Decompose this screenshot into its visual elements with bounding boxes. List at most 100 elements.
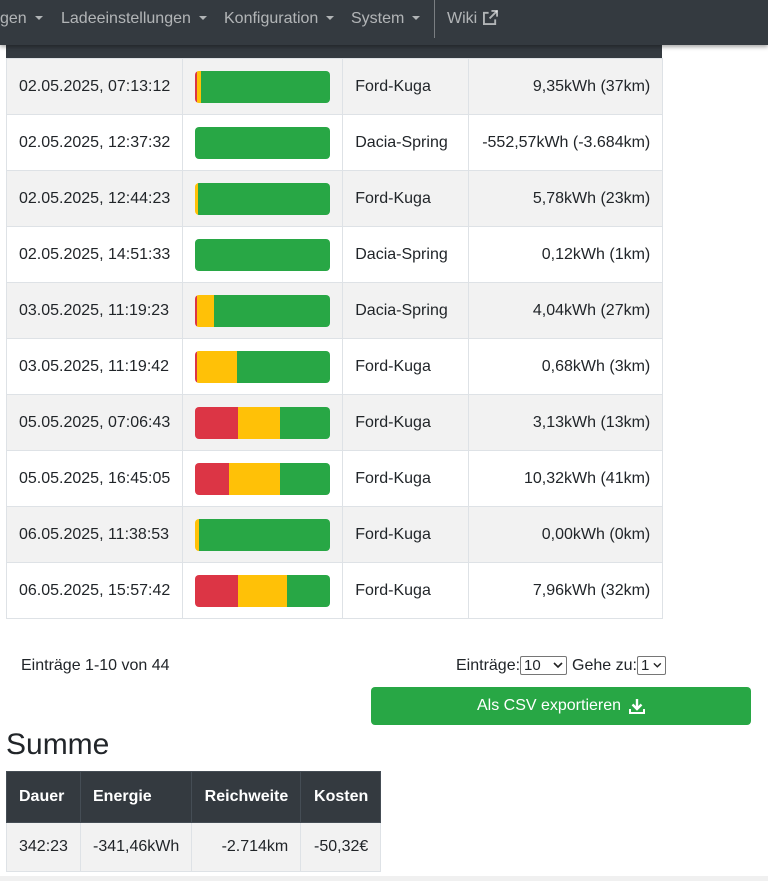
- soc-segment-green: [195, 238, 331, 271]
- nav-label: Konfiguration: [224, 10, 319, 27]
- nav-label: Ladeeinstellungen: [61, 10, 191, 27]
- entries-info: Einträge 1-10 von 44: [21, 657, 170, 674]
- nav-link-wiki[interactable]: Wiki: [447, 0, 499, 38]
- charged-energy: 3,13kWh (13km): [468, 394, 664, 451]
- soc-segment-green: [280, 462, 331, 495]
- soc-segment-green: [195, 126, 331, 159]
- soc-progress-bar: [195, 406, 331, 439]
- soc-cell: [182, 562, 344, 619]
- soc-segment-yellow: [238, 406, 281, 439]
- charge-date: 06.05.2025, 15:57:42: [5, 562, 184, 619]
- soc-segment-yellow: [196, 294, 215, 327]
- soc-cell: [182, 450, 344, 507]
- charged-energy: 4,04kWh (27km): [468, 282, 664, 339]
- soc-progress-bar: [195, 70, 331, 103]
- nav-label: System: [351, 10, 405, 27]
- table-row: 02.05.2025, 14:51:33 Dacia-Spring 0,12kWh …: [5, 226, 664, 283]
- external-link-icon: [483, 10, 499, 25]
- summary-header-energie: Energie: [79, 771, 193, 823]
- navbar: gen Ladeeinstellungen Konfiguration Syst…: [0, 0, 768, 45]
- select-value: 1: [640, 657, 650, 674]
- vehicle-name: Dacia-Spring: [342, 282, 470, 339]
- soc-cell: [182, 114, 344, 171]
- soc-cell: [182, 394, 344, 451]
- download-icon: [629, 699, 646, 714]
- vehicle-name: Ford-Kuga: [342, 506, 470, 563]
- vehicle-name: Ford-Kuga: [342, 562, 470, 619]
- export-csv-button[interactable]: Als CSV exportieren: [371, 687, 751, 725]
- charge-date: 02.05.2025, 12:44:23: [5, 170, 184, 227]
- charge-date: 02.05.2025, 07:13:12: [5, 58, 184, 115]
- vehicle-name: Ford-Kuga: [342, 394, 470, 451]
- soc-segment-red: [195, 462, 229, 495]
- vehicle-name: Ford-Kuga: [342, 170, 470, 227]
- summary-title: Summe: [6, 728, 110, 761]
- caret-down-icon: [326, 16, 335, 20]
- vehicle-name: Ford-Kuga: [342, 58, 470, 115]
- caret-down-icon: [412, 16, 421, 20]
- charged-energy: 0,68kWh (3km): [468, 338, 664, 395]
- vehicle-name: Ford-Kuga: [342, 338, 470, 395]
- nav-dropdown-ladeeinstellungen[interactable]: Ladeeinstellungen: [61, 0, 207, 38]
- soc-progress-bar: [195, 574, 331, 607]
- export-csv-label: Als CSV exportieren: [476, 697, 622, 714]
- soc-progress-bar: [195, 518, 331, 551]
- soc-cell: [182, 58, 344, 115]
- soc-cell: [182, 170, 344, 227]
- charge-date: 05.05.2025, 16:45:05: [5, 450, 184, 507]
- table-row: 06.05.2025, 11:38:53 Ford-Kuga 0,00kWh (0k…: [5, 506, 664, 563]
- soc-segment-red: [195, 406, 239, 439]
- table-header-strip: [6, 45, 662, 58]
- soc-segment-green: [287, 574, 331, 607]
- nav-dropdown-system[interactable]: System: [351, 0, 421, 38]
- charged-energy: 9,35kWh (37km): [468, 58, 664, 115]
- charged-energy: 7,96kWh (32km): [468, 562, 664, 619]
- charge-date: 05.05.2025, 07:06:43: [5, 394, 184, 451]
- soc-segment-red: [195, 574, 239, 607]
- charged-energy: 0,12kWh (1km): [468, 226, 664, 283]
- chevron-down-icon: [553, 662, 563, 669]
- table-row: 03.05.2025, 11:19:42 Ford-Kuga 0,68kWh (3k…: [5, 338, 664, 395]
- vehicle-name: Dacia-Spring: [342, 114, 470, 171]
- summary-reichweite: -2.714km: [191, 822, 302, 872]
- pagination-controls: Einträge: 10 Gehe zu: 1: [456, 656, 666, 675]
- soc-progress-bar: [195, 182, 331, 215]
- soc-progress-bar: [195, 350, 331, 383]
- soc-cell: [182, 338, 344, 395]
- soc-segment-yellow: [229, 462, 281, 495]
- table-row: 02.05.2025, 12:44:23 Ford-Kuga 5,78kWh (23…: [5, 170, 664, 227]
- soc-progress-bar: [195, 238, 331, 271]
- goto-page-select[interactable]: 1: [636, 656, 666, 675]
- summary-energie: -341,46kWh: [79, 822, 193, 872]
- summary-header-reichweite: Reichweite: [191, 771, 302, 823]
- charge-date: 06.05.2025, 11:38:53: [5, 506, 184, 563]
- soc-segment-green: [200, 70, 331, 103]
- soc-segment-green: [237, 350, 331, 383]
- soc-progress-bar: [195, 462, 331, 495]
- table-row: 02.05.2025, 07:13:12 Ford-Kuga 9,35kWh (37…: [5, 58, 664, 115]
- charge-date: 02.05.2025, 12:37:32: [5, 114, 184, 171]
- nav-dropdown-partial[interactable]: gen: [0, 0, 43, 38]
- soc-segment-green: [214, 294, 331, 327]
- table-row: 03.05.2025, 11:19:23 Dacia-Spring 4,04kWh …: [5, 282, 664, 339]
- nav-dropdown-konfiguration[interactable]: Konfiguration: [224, 0, 335, 38]
- entries-per-page-select[interactable]: 10: [520, 656, 568, 675]
- soc-cell: [182, 506, 344, 563]
- charged-energy: 10,32kWh (41km): [468, 450, 664, 507]
- soc-segment-green: [199, 518, 331, 551]
- soc-cell: [182, 226, 344, 283]
- summary-table: Dauer Energie Reichweite Kosten 342:23 -…: [6, 771, 382, 872]
- table-row: 06.05.2025, 15:57:42 Ford-Kuga 7,96kWh (32…: [5, 562, 664, 619]
- summary-kosten: -50,32€: [300, 822, 382, 872]
- soc-segment-yellow: [196, 350, 238, 383]
- soc-segment-green: [197, 182, 331, 215]
- soc-progress-bar: [195, 126, 331, 159]
- chevron-down-icon: [653, 662, 662, 668]
- table-row: 05.05.2025, 07:06:43 Ford-Kuga 3,13kWh (13…: [5, 394, 664, 451]
- summary-dauer: 342:23: [6, 822, 81, 872]
- soc-progress-bar: [195, 294, 331, 327]
- goto-label: Gehe zu:: [572, 656, 637, 674]
- wiki-label: Wiki: [447, 10, 478, 27]
- charged-energy: -552,57kWh (-3.684km): [468, 114, 664, 171]
- vehicle-name: Dacia-Spring: [342, 226, 470, 283]
